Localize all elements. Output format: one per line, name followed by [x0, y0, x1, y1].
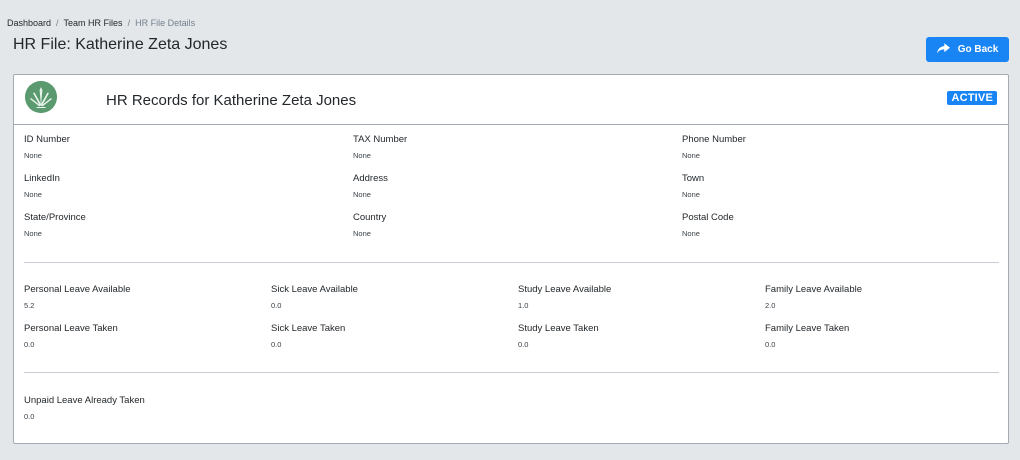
field-label: Study Leave Taken [518, 323, 599, 334]
field-label: Family Leave Taken [765, 323, 850, 334]
field-value: None [353, 151, 371, 160]
card-title: HR Records for Katherine Zeta Jones [106, 92, 357, 109]
field-personal-leave-available: Personal Leave Available 5.2 [24, 275, 271, 314]
field-label: Town [682, 173, 705, 184]
field-label: State/Province [24, 212, 86, 223]
field-value: 0.0 [518, 340, 529, 349]
field-postal-code: Postal Code None [682, 203, 999, 242]
field-value: 1.0 [518, 301, 529, 310]
field-state-province: State/Province None [24, 203, 353, 242]
field-town: Town None [682, 164, 999, 203]
field-value: 0.0 [24, 412, 35, 421]
field-label: Country [353, 212, 387, 223]
field-label: Address [353, 173, 388, 184]
field-linkedin: LinkedIn None [24, 164, 353, 203]
field-value: 0.0 [271, 340, 282, 349]
field-label: ID Number [24, 134, 70, 145]
field-value: None [682, 190, 700, 199]
field-country: Country None [353, 203, 682, 242]
leave-balances-section: Personal Leave Available 5.2 Sick Leave … [24, 275, 999, 353]
field-sick-leave-available: Sick Leave Available 0.0 [271, 275, 518, 314]
section-divider [24, 262, 999, 263]
field-personal-leave-taken: Personal Leave Taken 0.0 [24, 314, 271, 353]
go-back-button[interactable]: Go Back [926, 37, 1009, 62]
field-value: None [24, 229, 42, 238]
status-badge: ACTIVE [947, 91, 997, 105]
field-label: Sick Leave Taken [271, 323, 346, 334]
field-value: None [353, 190, 371, 199]
field-label: LinkedIn [24, 173, 60, 184]
field-value: 0.0 [765, 340, 776, 349]
field-label: Sick Leave Available [271, 284, 358, 295]
field-phone-number: Phone Number None [682, 125, 999, 164]
field-address: Address None [353, 164, 682, 203]
field-value: 2.0 [765, 301, 776, 310]
section-divider [24, 372, 999, 373]
unpaid-leave-section: Unpaid Leave Already Taken 0.0 [24, 386, 999, 425]
field-sick-leave-taken: Sick Leave Taken 0.0 [271, 314, 518, 353]
personal-details-section: ID Number None TAX Number None Phone Num… [24, 125, 999, 242]
breadcrumb-separator: / [127, 18, 131, 28]
field-label: Study Leave Available [518, 284, 612, 295]
field-value: None [24, 190, 42, 199]
field-study-leave-taken: Study Leave Taken 0.0 [518, 314, 765, 353]
field-label: Postal Code [682, 212, 734, 223]
field-value: None [24, 151, 42, 160]
field-label: Personal Leave Taken [24, 323, 118, 334]
field-label: Phone Number [682, 134, 746, 145]
breadcrumb-team-hr-files[interactable]: Team HR Files [64, 18, 123, 28]
field-label: TAX Number [353, 134, 408, 145]
field-unpaid-leave-taken: Unpaid Leave Already Taken 0.0 [24, 386, 999, 425]
field-study-leave-available: Study Leave Available 1.0 [518, 275, 765, 314]
share-arrow-icon [936, 42, 950, 57]
field-id-number: ID Number None [24, 125, 353, 164]
company-logo [25, 81, 57, 113]
field-value: 0.0 [24, 340, 35, 349]
field-value: None [682, 229, 700, 238]
page-title: HR File: Katherine Zeta Jones [13, 36, 228, 53]
go-back-label: Go Back [957, 44, 999, 55]
field-label: Family Leave Available [765, 284, 862, 295]
field-tax-number: TAX Number None [353, 125, 682, 164]
field-value: None [353, 229, 371, 238]
field-label: Unpaid Leave Already Taken [24, 395, 145, 406]
field-label: Personal Leave Available [24, 284, 131, 295]
field-family-leave-taken: Family Leave Taken 0.0 [765, 314, 999, 353]
card-header: HR Records for Katherine Zeta Jones ACTI… [14, 75, 1008, 125]
hr-records-card: HR Records for Katherine Zeta Jones ACTI… [13, 74, 1009, 444]
breadcrumb-separator: / [56, 18, 59, 28]
breadcrumb-current: HR File Details [135, 18, 196, 28]
field-value: 5.2 [24, 301, 35, 310]
field-family-leave-available: Family Leave Available 2.0 [765, 275, 999, 314]
breadcrumb-dashboard[interactable]: Dashboard [7, 18, 51, 28]
field-value: 0.0 [271, 301, 282, 310]
field-value: None [682, 151, 700, 160]
breadcrumb: Dashboard / Team HR Files / HR File Deta… [7, 18, 195, 28]
